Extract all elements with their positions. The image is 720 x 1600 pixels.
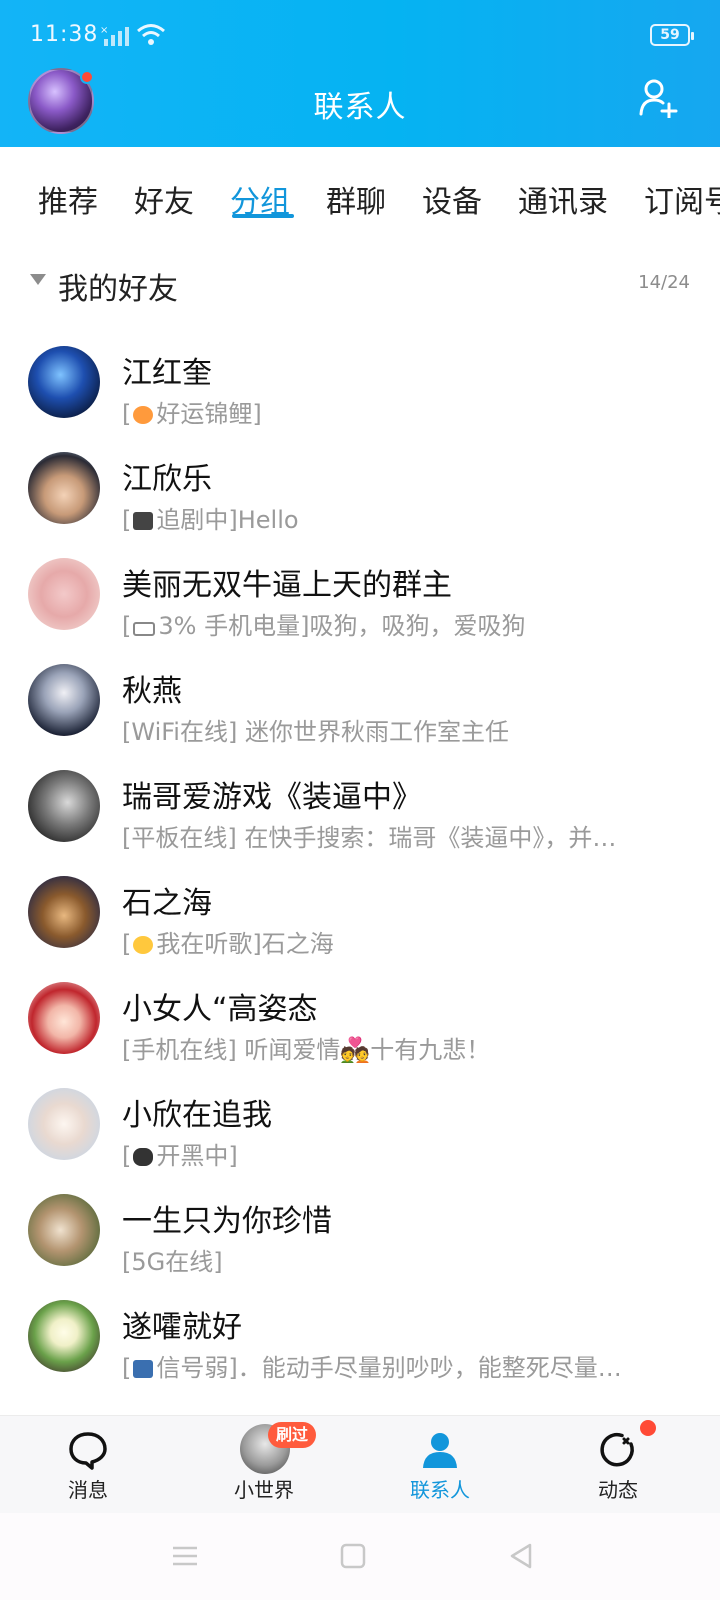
list-item[interactable]: 小女人“高姿态 [手机在线] 听闻爱情💑十有九悲！ [0,972,720,1078]
contact-status: [5G在线] [122,1248,223,1276]
nav-label: 小世界 [234,1478,294,1502]
nav-contacts[interactable]: 联系人 [380,1416,500,1514]
contact-status: [追剧中]Hello [122,506,299,534]
contact-status: [WiFi在线] 迷你世界秋雨工作室主任 [122,718,509,746]
bottom-nav: 消息 刷过 小世界 联系人 动态 [0,1415,720,1513]
contact-list: 江红奎 [好运锦鲤] 江欣乐 [追剧中]Hello 美丽无双牛逼上天的群主 [3… [0,336,720,1396]
list-item[interactable]: 美丽无双牛逼上天的群主 [3% 手机电量]吸狗，吸狗，爱吸狗 [0,548,720,654]
list-item[interactable]: 遂嚯就好 [信号弱]．能动手尽量别吵吵，能整死尽量… [0,1290,720,1396]
signal-icon: × [100,25,129,46]
menu-icon[interactable] [170,1541,200,1571]
refresh-star-icon [600,1432,634,1467]
nav-mini-world[interactable]: 刷过 小世界 [204,1416,324,1514]
contact-name: 小欣在追我 [122,1098,272,1133]
avatar [28,346,100,418]
active-tab-indicator [232,214,294,218]
list-item[interactable]: 石之海 [我在听歌]石之海 [0,866,720,972]
contact-name: 遂嚯就好 [122,1310,242,1345]
tab-recommend[interactable]: 推荐 [38,177,98,221]
tab-devices[interactable]: 设备 [422,177,482,221]
contact-name: 石之海 [122,886,212,921]
contact-tabs: 推荐 好友 分组 群聊 设备 通讯录 订阅号 [0,147,720,242]
contact-status: [好运锦鲤] [122,400,262,428]
nav-moments[interactable]: 动态 [558,1416,678,1514]
svg-text:×: × [100,25,108,36]
tv-icon [133,512,154,530]
status-bar: 11:38 × 59 [0,0,720,68]
contact-name: 美丽无双牛逼上天的群主 [122,568,452,603]
wifi-icon [137,24,165,45]
status-time: 11:38 [30,22,99,47]
tab-friends[interactable]: 好友 [134,177,194,221]
avatar [28,1300,100,1372]
nav-label: 联系人 [410,1478,470,1502]
contact-name: 一生只为你珍惜 [122,1204,332,1239]
music-emoji-icon [133,936,154,954]
list-item[interactable]: 一生只为你珍惜 [5G在线] [0,1184,720,1290]
avatar [28,770,100,842]
nav-messages[interactable]: 消息 [28,1416,148,1514]
app-root: 11:38 × 59 联系人 推荐 好友 分组 群聊 设备 通讯录 订阅号 我的… [0,0,720,1600]
contact-name: 小女人“高姿态 [122,992,318,1027]
add-friend-icon[interactable] [638,78,678,118]
avatar [28,558,100,630]
weak-signal-icon [133,1360,154,1378]
contact-status: [3% 手机电量]吸狗，吸狗，爱吸狗 [122,612,526,640]
contacts-person-icon [423,1433,457,1468]
contact-name: 江红奎 [122,356,212,391]
tab-subscriptions[interactable]: 订阅号 [644,177,720,221]
notification-dot [640,1420,656,1436]
caret-down-icon [30,274,46,285]
nav-label: 消息 [68,1478,108,1502]
contact-name: 瑞哥爱游戏《装逼中》 [122,780,422,815]
tab-address-book[interactable]: 通讯录 [518,177,608,221]
contact-status: [我在听歌]石之海 [122,930,334,958]
tab-group-chats[interactable]: 群聊 [326,177,386,221]
contact-name: 江欣乐 [122,462,212,497]
contact-name: 秋燕 [122,674,182,709]
contact-status: [信号弱]．能动手尽量别吵吵，能整死尽量… [122,1354,622,1382]
system-nav-bar [0,1513,720,1600]
avatar [28,982,100,1054]
list-item[interactable]: 江红奎 [好运锦鲤] [0,336,720,442]
list-item[interactable]: 秋燕 [WiFi在线] 迷你世界秋雨工作室主任 [0,654,720,760]
chat-bubble-icon [69,1432,107,1470]
nav-label: 动态 [598,1478,638,1502]
koi-fish-icon [133,406,154,424]
app-header: 11:38 × 59 联系人 [0,0,720,147]
avatar [28,452,100,524]
group-title: 我的好友 [58,272,178,307]
home-icon[interactable] [338,1541,368,1571]
list-item[interactable]: 江欣乐 [追剧中]Hello [0,442,720,548]
avatar [28,876,100,948]
battery-indicator: 59 [650,24,694,46]
contact-status: [平板在线] 在快手搜索：瑞哥《装逼中》，并… [122,824,617,852]
group-header[interactable]: 我的好友 14/24 [0,250,720,310]
avatar [28,1088,100,1160]
contact-status: [手机在线] 听闻爱情💑十有九悲！ [122,1036,491,1064]
avatar [28,664,100,736]
gamepad-icon [133,1148,154,1166]
new-badge: 刷过 [268,1422,317,1448]
back-icon[interactable] [506,1541,536,1571]
list-item[interactable]: 小欣在追我 [开黑中] [0,1078,720,1184]
battery-icon [133,622,156,636]
list-item[interactable]: 瑞哥爱游戏《装逼中》 [平板在线] 在快手搜索：瑞哥《装逼中》，并… [0,760,720,866]
page-title: 联系人 [313,90,407,125]
avatar [28,1194,100,1266]
group-count: 14/24 [638,272,690,293]
contact-status: [开黑中] [122,1142,238,1170]
